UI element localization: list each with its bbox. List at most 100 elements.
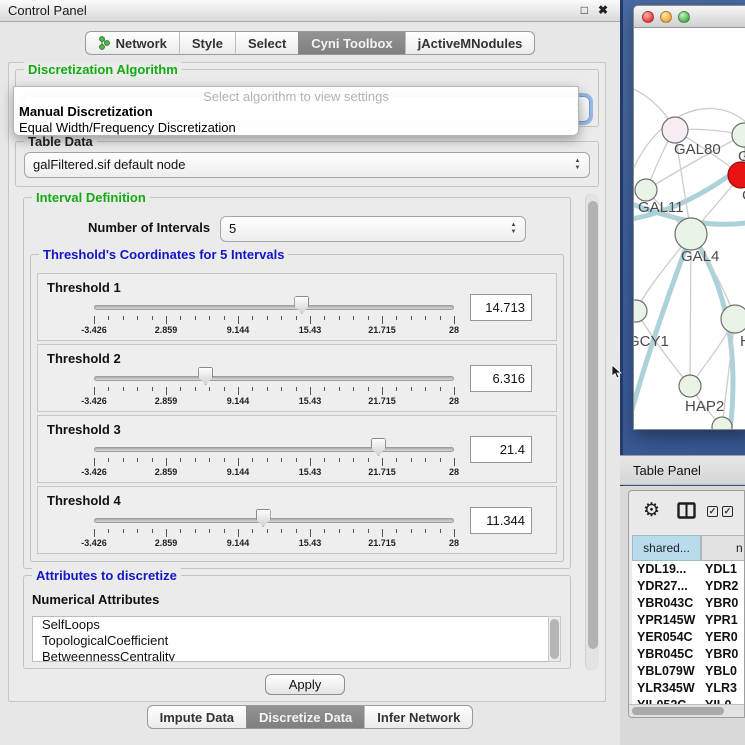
number-of-intervals-combo[interactable]: 5 ▲▼ — [220, 216, 526, 242]
table-cell-shared-name[interactable]: YDR27... — [632, 578, 701, 595]
table-cell-shared-name[interactable]: YIL052C — [632, 697, 701, 704]
slider-tick — [166, 387, 167, 395]
threshold-value-field[interactable]: 11.344 — [470, 507, 532, 534]
tab-discretize-data[interactable]: Discretize Data — [246, 705, 364, 729]
table-row[interactable]: YLR345WYLR3 — [632, 680, 745, 697]
zoom-traffic-light-icon[interactable] — [678, 11, 690, 23]
slider-tick — [137, 458, 138, 462]
checkbox-icon[interactable]: ✓ — [722, 506, 733, 517]
slider-tick-label: 21.715 — [359, 538, 405, 548]
threshold-slider-track[interactable] — [94, 447, 454, 452]
apply-button[interactable]: Apply — [265, 674, 345, 695]
slider-tick — [281, 529, 282, 533]
slider-tick — [94, 458, 95, 466]
node-label: GAL11 — [638, 199, 684, 216]
settings-vertical-scrollbar[interactable] — [585, 193, 599, 671]
threshold-slider-track[interactable] — [94, 376, 454, 381]
threshold-value-field[interactable]: 21.4 — [470, 436, 532, 463]
table-row[interactable]: YDL19...YDL1 — [632, 561, 745, 578]
slider-tick-label: 9.144 — [215, 538, 261, 548]
table-row[interactable]: YDR27...YDR2 — [632, 578, 745, 595]
popup-option-equal-width-frequency[interactable]: Equal Width/Frequency Discretization — [19, 120, 236, 135]
discretization-algorithm-title: Discretization Algorithm — [24, 62, 182, 77]
tab-style[interactable]: Style — [179, 31, 235, 55]
table-cell-name[interactable]: YBR0 — [701, 646, 738, 663]
tab-label: Impute Data — [160, 706, 234, 729]
table-cell-shared-name[interactable]: YER054C — [632, 629, 701, 646]
attributes-list-scrollbar[interactable] — [548, 616, 561, 662]
threshold-slider-track[interactable] — [94, 305, 454, 310]
slider-tick — [94, 529, 95, 537]
combo-stepper-icon: ▲▼ — [573, 157, 582, 173]
tab-label: jActiveMNodules — [418, 32, 523, 55]
float-window-icon[interactable]: □ — [581, 3, 588, 17]
close-window-icon[interactable]: ✖ — [598, 3, 608, 17]
tab-cyni-toolbox[interactable]: Cyni Toolbox — [298, 31, 404, 55]
slider-tick — [123, 458, 124, 462]
columns-icon[interactable] — [677, 502, 696, 524]
tab-select[interactable]: Select — [235, 31, 298, 55]
threshold-slider-handle[interactable] — [256, 509, 271, 527]
table-cell-name[interactable]: YIL0 — [701, 697, 731, 704]
table-horizontal-scrollbar[interactable] — [629, 704, 745, 717]
table-cell-name[interactable]: YBL0 — [701, 663, 737, 680]
column-header-shared-name[interactable]: shared... — [632, 535, 701, 561]
table-row[interactable]: YBR043CYBR0 — [632, 595, 745, 612]
table-row[interactable]: YBR045CYBR0 — [632, 646, 745, 663]
table-row[interactable]: YIL052CYIL0 — [632, 697, 745, 704]
slider-tick-label: 15.43 — [287, 396, 333, 406]
slider-tick — [195, 387, 196, 391]
slider-tick — [411, 458, 412, 462]
slider-tick — [368, 387, 369, 391]
close-traffic-light-icon[interactable] — [642, 11, 654, 23]
slider-tick — [123, 529, 124, 533]
combo-stepper-icon: ▲▼ — [509, 221, 518, 237]
window-title: Control Panel — [8, 0, 87, 22]
tab-jactivemnodules[interactable]: jActiveMNodules — [405, 31, 536, 55]
table-cell-shared-name[interactable]: YBL079W — [632, 663, 701, 680]
table-cell-shared-name[interactable]: YDL19... — [632, 561, 701, 578]
table-cell-name[interactable]: YDL1 — [701, 561, 737, 578]
column-header-name[interactable]: n — [701, 535, 745, 561]
tab-network[interactable]: Network — [85, 31, 179, 55]
table-data-combo[interactable]: galFiltered.sif default node ▲▼ — [24, 152, 590, 178]
threshold-value-field[interactable]: 14.713 — [470, 294, 532, 321]
popup-option-manual-discretization[interactable]: Manual Discretization — [19, 104, 153, 119]
table-cell-name[interactable]: YLR3 — [701, 680, 737, 697]
threshold-value-field[interactable]: 6.316 — [470, 365, 532, 392]
threshold-slider-handle[interactable] — [294, 296, 309, 314]
tab-label: Network — [116, 32, 167, 55]
table-cell-name[interactable]: YPR1 — [701, 612, 738, 629]
slider-tick — [310, 529, 311, 537]
node-label: GAL80 — [674, 141, 721, 158]
gear-icon[interactable]: ⚙ — [643, 499, 660, 522]
table-toolbar: ⚙ ✓ ✓ — [629, 491, 744, 531]
table-row[interactable]: YER054CYER0 — [632, 629, 745, 646]
numerical-attributes-list[interactable]: SelfLoopsTopologicalCoefficientBetweenne… — [32, 616, 552, 662]
table-cell-shared-name[interactable]: YBR045C — [632, 646, 701, 663]
threshold-slider-track[interactable] — [94, 518, 454, 523]
slider-tick-label: 21.715 — [359, 325, 405, 335]
table-cell-name[interactable]: YER0 — [701, 629, 738, 646]
slider-tick — [296, 387, 297, 391]
slider-tick — [425, 387, 426, 391]
attribute-list-item[interactable]: BetweennessCentrality — [33, 649, 551, 662]
slider-tick-label: 28 — [431, 325, 477, 335]
tab-impute-data[interactable]: Impute Data — [147, 705, 246, 729]
checkbox-icon[interactable]: ✓ — [707, 506, 718, 517]
table-cell-shared-name[interactable]: YLR345W — [632, 680, 701, 697]
table-cell-shared-name[interactable]: YBR043C — [632, 595, 701, 612]
attribute-list-item[interactable]: TopologicalCoefficient — [33, 633, 551, 649]
attribute-list-item[interactable]: SelfLoops — [33, 617, 551, 633]
threshold-slider-handle[interactable] — [198, 367, 213, 385]
table-cell-name[interactable]: YBR0 — [701, 595, 738, 612]
network-canvas[interactable]: GAL80 GA C GAL11 GAL4 GCY1 H HAP2 — [634, 28, 745, 430]
tab-label: Discretize Data — [259, 706, 352, 729]
threshold-slider-handle[interactable] — [371, 438, 386, 456]
table-row[interactable]: YBL079WYBL0 — [632, 663, 745, 680]
table-row[interactable]: YPR145WYPR1 — [632, 612, 745, 629]
tab-infer-network[interactable]: Infer Network — [364, 705, 473, 729]
table-cell-name[interactable]: YDR2 — [701, 578, 738, 595]
minimize-traffic-light-icon[interactable] — [660, 11, 672, 23]
table-cell-shared-name[interactable]: YPR145W — [632, 612, 701, 629]
